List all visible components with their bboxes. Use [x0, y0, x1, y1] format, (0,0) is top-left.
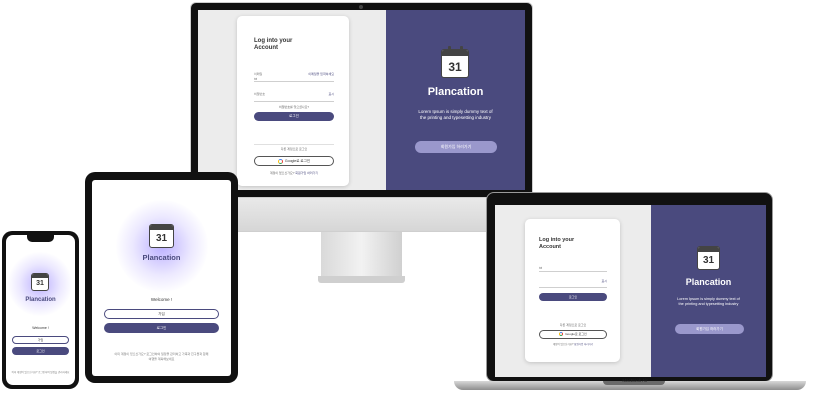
phone-login-button[interactable]: 로그인 — [12, 347, 69, 355]
laptop-login-title: Log into your Account — [539, 237, 609, 250]
laptop-brand-title: Plancation — [685, 277, 732, 287]
signup-link[interactable]: 회원가입 하러가기 — [295, 171, 318, 175]
password-field[interactable]: 비밀번호 표시 — [254, 92, 334, 102]
tablet-welcome-text: Welcome ! — [150, 297, 173, 302]
laptop-brand-tagline: Lorem Ipsum is simply dummy text of the … — [651, 297, 766, 307]
login-button[interactable]: 로그인 — [254, 112, 334, 121]
laptop-password-field[interactable]: 표시 — [539, 279, 607, 288]
tablet-fine-print-line2: 여행을 계획해보세요 — [148, 356, 175, 361]
divider — [254, 144, 334, 145]
phone-calendar-header — [32, 274, 48, 278]
tablet-calendar-icon: 31 — [149, 224, 174, 248]
phone-screen: 31 Plancation Welcome ! 가입 로그인 이미 계정이 있으… — [6, 235, 75, 385]
login-title: Log into your Account — [254, 38, 324, 52]
laptop-signup-prompt: 계정이 없으신가요? 회원가입 하러가기 — [539, 342, 607, 346]
laptop-or-text: 다른 계정으로 로그인 — [559, 323, 587, 327]
calendar-ring-right — [460, 46, 463, 52]
laptop-model-label: MacBook Air — [622, 378, 648, 383]
calendar-icon: 31 — [441, 49, 469, 78]
laptop-login-title-line2: Account — [539, 243, 561, 250]
laptop-brand-tagline-line2: the printing and typesetting industry — [678, 302, 739, 306]
tablet-brand-title: Plancation — [142, 253, 181, 262]
tablet-fine-print-line1: 이미 계정이 있으신가요? 로그인하여 일정을 관리하고 가족과 친구들과 함께 — [114, 352, 209, 356]
brand-title: Plancation — [427, 86, 484, 98]
imac-mockup: Log into your Account 이메일 이메일을 입력하세요 ㅂ 비… — [190, 2, 533, 283]
tablet-calendar-header — [150, 225, 173, 230]
email-value: ㅂ — [254, 77, 258, 81]
imac-chin — [190, 198, 533, 232]
laptop-signup-cta-button[interactable]: 회원가입 하러가기 — [675, 324, 744, 334]
calendar-header — [442, 50, 468, 56]
laptop-brand-panel: 31 Plancation Lorem Ipsum is simply dumm… — [651, 205, 766, 377]
brand-tagline-line2: the printing and typesetting industry — [419, 115, 492, 120]
imac-stand — [321, 232, 402, 278]
login-title-line2: Account — [254, 45, 278, 51]
laptop-login-card: Log into your Account ㅂ 표시 로그인 다른 계정으로 로… — [525, 219, 620, 362]
imac-stand-foot — [318, 276, 405, 283]
forgot-password-link[interactable]: 비밀번호를 잊으셨나요? — [254, 105, 334, 109]
laptop-calendar-header — [698, 247, 719, 252]
phone-signup-button[interactable]: 가입 — [12, 336, 69, 344]
imac-camera — [359, 5, 363, 9]
login-card: Log into your Account 이메일 이메일을 입력하세요 ㅂ 비… — [237, 16, 349, 186]
phone-welcome-text: Welcome ! — [32, 326, 49, 330]
tablet-fine-print: 이미 계정이 있으신가요? 로그인하여 일정을 관리하고 가족과 친구들과 함께… — [100, 352, 223, 361]
or-text: 다른 계정으로 로그인 — [280, 147, 308, 151]
laptop-google-login-button[interactable]: Google로 로그인 — [539, 330, 607, 339]
brand-panel: 31 Plancation Lorem Ipsum is simply dumm… — [386, 10, 525, 190]
tablet-screen: 31 Plancation Welcome ! 가입 로그인 이미 계정이 있으… — [92, 180, 231, 376]
laptop-email-value: ㅂ — [539, 266, 543, 270]
laptop-signup-prompt-text: 계정이 없으신가요? — [552, 343, 574, 346]
imac-screen: Log into your Account 이메일 이메일을 입력하세요 ㅂ 비… — [198, 10, 525, 190]
email-hint: 이메일을 입력하세요 — [308, 72, 334, 76]
laptop-login-button[interactable]: 로그인 — [539, 293, 607, 301]
calendar-day: 31 — [448, 60, 462, 74]
email-label: 이메일 — [254, 72, 263, 76]
phone-calendar-day: 31 — [36, 280, 44, 287]
laptop-signup-link[interactable]: 회원가입 하러가기 — [574, 343, 593, 346]
signup-prompt: 계정이 없으신가요? 회원가입 하러가기 — [254, 171, 334, 175]
calendar-ring-left — [448, 46, 451, 52]
google-login-button[interactable]: Google로 로그인 — [254, 156, 334, 166]
password-label: 비밀번호 — [254, 92, 266, 96]
laptop-google-login-label: Google로 로그인 — [565, 332, 587, 336]
phone-fine-print: 이미 계정이 있으신가요? 로그인하여 일정을 관리하세요 — [11, 371, 70, 374]
laptop-calendar-icon: 31 — [697, 246, 720, 270]
login-title-line1: Log into your — [254, 38, 293, 44]
brand-tagline: Lorem Ipsum is simply dummy text of the … — [386, 109, 525, 121]
signup-prompt-text: 계정이 없으신가요? — [269, 171, 295, 175]
laptop-google-icon — [559, 332, 564, 337]
tablet-calendar-day: 31 — [155, 233, 168, 244]
tablet-signup-button[interactable]: 가입 — [104, 309, 219, 319]
email-field[interactable]: 이메일 이메일을 입력하세요 ㅂ — [254, 72, 334, 82]
phone-brand-title: Plancation — [25, 297, 56, 303]
google-login-label: Google로 로그인 — [284, 159, 311, 163]
phone-calendar-icon: 31 — [31, 273, 49, 291]
google-icon — [277, 158, 283, 164]
laptop-email-field[interactable]: ㅂ — [539, 263, 607, 272]
phone-notch — [27, 235, 54, 242]
laptop-password-show-toggle[interactable]: 표시 — [601, 279, 607, 283]
signup-cta-button[interactable]: 회원가입 하러가기 — [415, 141, 497, 153]
laptop-calendar-day: 31 — [702, 255, 715, 266]
tablet-login-button[interactable]: 로그인 — [104, 323, 219, 333]
laptop-screen: Log into your Account ㅂ 표시 로그인 다른 계정으로 로… — [495, 205, 766, 377]
password-show-toggle[interactable]: 표시 — [328, 92, 334, 96]
